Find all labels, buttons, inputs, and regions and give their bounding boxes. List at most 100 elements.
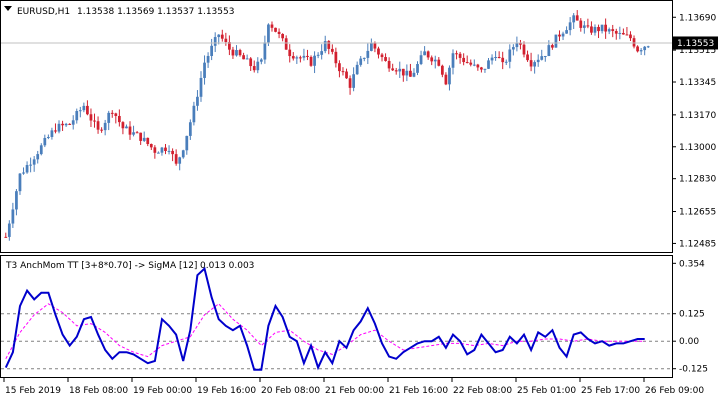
chart-window[interactable]: EURUSD,H1 1.13538 1.13569 1.13537 1.1355… xyxy=(0,0,720,400)
candle-body xyxy=(380,54,384,58)
current-price-tag-label: 1.13553 xyxy=(677,39,714,49)
candle-body xyxy=(302,55,306,58)
candle-body xyxy=(18,173,22,192)
candle-body xyxy=(554,34,558,48)
candle-body xyxy=(338,63,341,72)
candle-body xyxy=(572,15,576,23)
candle-body xyxy=(440,65,444,75)
candle-body xyxy=(568,22,572,31)
candle-body xyxy=(167,150,171,152)
candle-body xyxy=(128,126,132,135)
candle-body xyxy=(575,15,579,21)
time-tick-label: 20 Feb 08:00 xyxy=(261,386,320,396)
candle-body xyxy=(270,24,274,28)
candle-body xyxy=(86,105,89,115)
candle-body xyxy=(46,136,50,138)
candle-body xyxy=(430,57,434,62)
candle-body xyxy=(231,49,235,56)
candle-body xyxy=(142,137,146,141)
candle-body xyxy=(636,46,639,52)
candle-body xyxy=(327,41,331,49)
candle-body xyxy=(480,67,483,70)
candle-body xyxy=(54,130,57,132)
candle-body xyxy=(501,57,505,63)
candle-body xyxy=(309,56,313,66)
candle-body xyxy=(249,58,253,67)
candle-body xyxy=(203,62,206,78)
candle-body xyxy=(306,55,309,57)
candle-body xyxy=(423,51,426,56)
candle-body xyxy=(100,129,103,131)
candle-body xyxy=(632,38,636,47)
candle-body xyxy=(78,110,82,112)
candle-body xyxy=(210,45,214,56)
candle-body xyxy=(281,33,285,39)
candle-body xyxy=(419,55,423,65)
price-tick-label: 1.13690 xyxy=(679,13,716,23)
price-tick-label: 1.13345 xyxy=(679,78,716,88)
price-pane-frame xyxy=(0,0,673,253)
candle-body xyxy=(259,59,263,62)
candle-body xyxy=(511,47,515,50)
candle-body xyxy=(217,34,221,38)
candle-body xyxy=(533,62,537,67)
candle-body xyxy=(391,68,395,71)
candle-body xyxy=(646,46,650,48)
candle-body xyxy=(611,29,615,32)
candle-body xyxy=(416,64,419,73)
candle-body xyxy=(433,59,437,62)
candle-body xyxy=(299,57,302,59)
candle-body xyxy=(224,38,228,43)
candle-body xyxy=(89,114,93,121)
candle-body xyxy=(622,32,625,35)
price-tick-label: 1.12830 xyxy=(679,175,716,185)
candle-body xyxy=(629,34,632,39)
candle-body xyxy=(277,31,281,34)
candle-body xyxy=(558,34,561,37)
candle-body xyxy=(412,72,416,77)
candle-body xyxy=(121,122,125,129)
time-tick-label: 25 Feb 01:00 xyxy=(517,386,576,396)
candle-body xyxy=(352,74,355,88)
candle-body xyxy=(614,31,618,34)
candle-body xyxy=(476,64,480,68)
candle-body xyxy=(25,165,29,173)
symbol-label: EURUSD,H1 xyxy=(17,7,70,17)
candle-body xyxy=(171,150,174,155)
candle-body xyxy=(192,105,196,123)
candle-body xyxy=(451,53,455,68)
candle-body xyxy=(103,122,107,131)
price-tick-label: 1.13170 xyxy=(679,111,716,121)
price-pane[interactable]: EURUSD,H1 1.13538 1.13569 1.13537 1.1355… xyxy=(0,0,673,253)
price-tick-label: 1.12655 xyxy=(679,208,716,218)
candle-body xyxy=(444,74,448,85)
candle-body xyxy=(593,26,597,33)
candle-body xyxy=(369,42,373,51)
time-tick-label: 25 Feb 17:00 xyxy=(581,386,640,396)
candle-body xyxy=(504,61,508,63)
candle-body xyxy=(355,64,359,75)
candle-body xyxy=(135,132,139,134)
candle-body xyxy=(153,147,157,153)
candle-body xyxy=(288,49,292,57)
indicator-pane[interactable]: T3 AnchMom TT [3+8*0.70] -> SigMA [12] 0… xyxy=(0,255,673,378)
time-tick-label: 21 Feb 00:00 xyxy=(325,386,384,396)
candle-body xyxy=(405,70,409,76)
candle-body xyxy=(398,68,402,72)
candle-body xyxy=(29,164,32,166)
candle-body xyxy=(7,223,11,237)
candle-body xyxy=(110,112,114,114)
candle-body xyxy=(174,154,178,164)
indicator-axis[interactable]: 0.354 0.125 0.00 -0.125 xyxy=(672,259,708,375)
indicator-name: T3 AnchMom TT [3+8*0.70] -> SigMA [12] xyxy=(5,261,197,271)
candle-body xyxy=(465,62,469,64)
candle-body xyxy=(263,42,267,60)
candle-body xyxy=(565,30,568,34)
candle-body xyxy=(267,24,270,43)
level-tick-label: 0.354 xyxy=(679,259,705,269)
candle-body xyxy=(256,61,260,71)
candle-body xyxy=(164,147,167,152)
time-axis[interactable]: 15 Feb 2019 18 Feb 08:00 19 Feb 00:00 19 Fe… xyxy=(3,378,704,396)
candle-body xyxy=(22,172,25,174)
candle-body xyxy=(345,71,348,79)
